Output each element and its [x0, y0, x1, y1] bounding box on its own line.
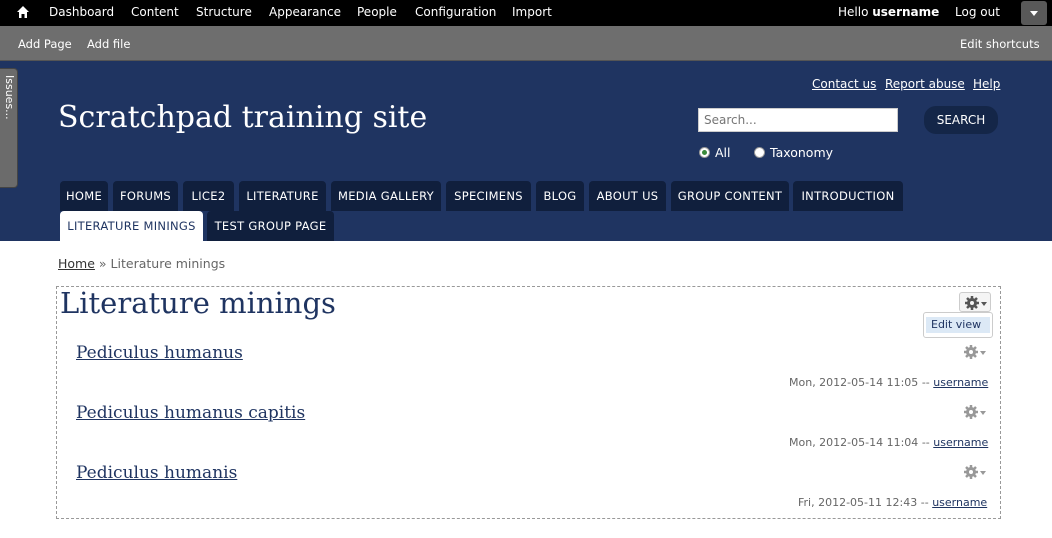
- view-contextual-menu-button[interactable]: [959, 292, 991, 312]
- edit-view-link[interactable]: Edit view: [926, 317, 990, 333]
- greeting-label: Hello: [838, 5, 869, 19]
- issues-tab[interactable]: Issues...: [0, 68, 18, 188]
- item-date: Mon, 2012-05-14 11:05: [789, 376, 919, 389]
- admin-menu-people[interactable]: People: [357, 5, 397, 19]
- home-icon[interactable]: [16, 5, 30, 19]
- gear-icon: [964, 345, 986, 359]
- list-item-title[interactable]: Pediculus humanus capitis: [76, 403, 305, 423]
- tab-media-gallery[interactable]: MEDIA GALLERY: [331, 181, 441, 211]
- list-item-meta: Mon, 2012-05-14 11:05 -- username: [789, 376, 988, 389]
- tab-introduction[interactable]: INTRODUCTION: [793, 181, 903, 211]
- breadcrumb-current: Literature minings: [110, 256, 226, 271]
- admin-menu-import[interactable]: Import: [512, 5, 552, 19]
- tab-specimens[interactable]: SPECIMENS: [446, 181, 531, 211]
- edit-view-menu: Edit view: [923, 312, 993, 338]
- greeting-username[interactable]: username: [872, 5, 939, 19]
- admin-menu-structure[interactable]: Structure: [196, 5, 252, 19]
- search-input[interactable]: [698, 108, 898, 132]
- tab-group-content[interactable]: GROUP CONTENT: [671, 181, 789, 211]
- page-title: Literature minings: [60, 286, 336, 320]
- list-item-title[interactable]: Pediculus humanus: [76, 343, 243, 363]
- tab-literature[interactable]: LITERATURE: [239, 181, 326, 211]
- item-separator: --: [921, 376, 930, 389]
- shortcut-toggle-button[interactable]: [1021, 1, 1047, 25]
- item-date: Fri, 2012-05-11 12:43: [798, 496, 918, 509]
- breadcrumb-separator: »: [98, 256, 107, 271]
- radio-all-label: All: [715, 145, 731, 160]
- shortcut-add-page[interactable]: Add Page: [18, 37, 72, 51]
- shortcut-add-file[interactable]: Add file: [87, 37, 130, 51]
- tab-forums[interactable]: FORUMS: [113, 181, 178, 211]
- radio-taxonomy[interactable]: [754, 147, 765, 158]
- radio-taxonomy-label: Taxonomy: [770, 145, 834, 160]
- item-author-link[interactable]: username: [933, 436, 988, 449]
- item-contextual-menu-button[interactable]: [959, 402, 991, 422]
- item-separator: --: [920, 496, 929, 509]
- issues-tab-label: Issues...: [3, 75, 16, 120]
- admin-menu-appearance[interactable]: Appearance: [269, 5, 341, 19]
- help-link[interactable]: Help: [973, 77, 1000, 91]
- logout-link[interactable]: Log out: [955, 5, 1000, 19]
- greeting: Hello username: [838, 5, 939, 19]
- item-author-link[interactable]: username: [932, 496, 987, 509]
- item-contextual-menu-button[interactable]: [959, 342, 991, 362]
- tab-blog[interactable]: BLOG: [536, 181, 584, 211]
- edit-shortcuts-link[interactable]: Edit shortcuts: [960, 37, 1040, 51]
- list-item-title[interactable]: Pediculus humanis: [76, 463, 237, 483]
- list-item-meta: Mon, 2012-05-14 11:04 -- username: [789, 436, 988, 449]
- tab-home[interactable]: HOME: [60, 181, 108, 211]
- tab-about-us[interactable]: ABOUT US: [589, 181, 666, 211]
- tab-test-group-page[interactable]: TEST GROUP PAGE: [207, 211, 334, 241]
- admin-toolbar: Dashboard Content Structure Appearance P…: [0, 0, 1052, 26]
- breadcrumb: Home » Literature minings: [58, 256, 225, 271]
- gear-icon: [965, 296, 987, 310]
- admin-menu-configuration[interactable]: Configuration: [415, 5, 496, 19]
- tab-literature-minings[interactable]: LITERATURE MININGS: [60, 211, 203, 241]
- search-button[interactable]: SEARCH: [924, 106, 998, 134]
- tab-lice2[interactable]: LICE2: [183, 181, 234, 211]
- item-contextual-menu-button[interactable]: [959, 462, 991, 482]
- breadcrumb-home-link[interactable]: Home: [58, 256, 95, 271]
- gear-icon: [964, 405, 986, 419]
- chevron-down-icon: [1030, 11, 1038, 16]
- contact-us-link[interactable]: Contact us: [812, 77, 876, 91]
- gear-icon: [964, 465, 986, 479]
- admin-menu-content[interactable]: Content: [131, 5, 179, 19]
- report-abuse-link[interactable]: Report abuse: [885, 77, 965, 91]
- item-author-link[interactable]: username: [933, 376, 988, 389]
- admin-menu-dashboard[interactable]: Dashboard: [49, 5, 114, 19]
- item-separator: --: [921, 436, 930, 449]
- site-name[interactable]: Scratchpad training site: [58, 100, 427, 135]
- radio-all[interactable]: [699, 147, 710, 158]
- item-date: Mon, 2012-05-14 11:04: [789, 436, 919, 449]
- shortcut-bar: Add Page Add file Edit shortcuts: [0, 26, 1052, 61]
- list-item-meta: Fri, 2012-05-11 12:43 -- username: [798, 496, 987, 509]
